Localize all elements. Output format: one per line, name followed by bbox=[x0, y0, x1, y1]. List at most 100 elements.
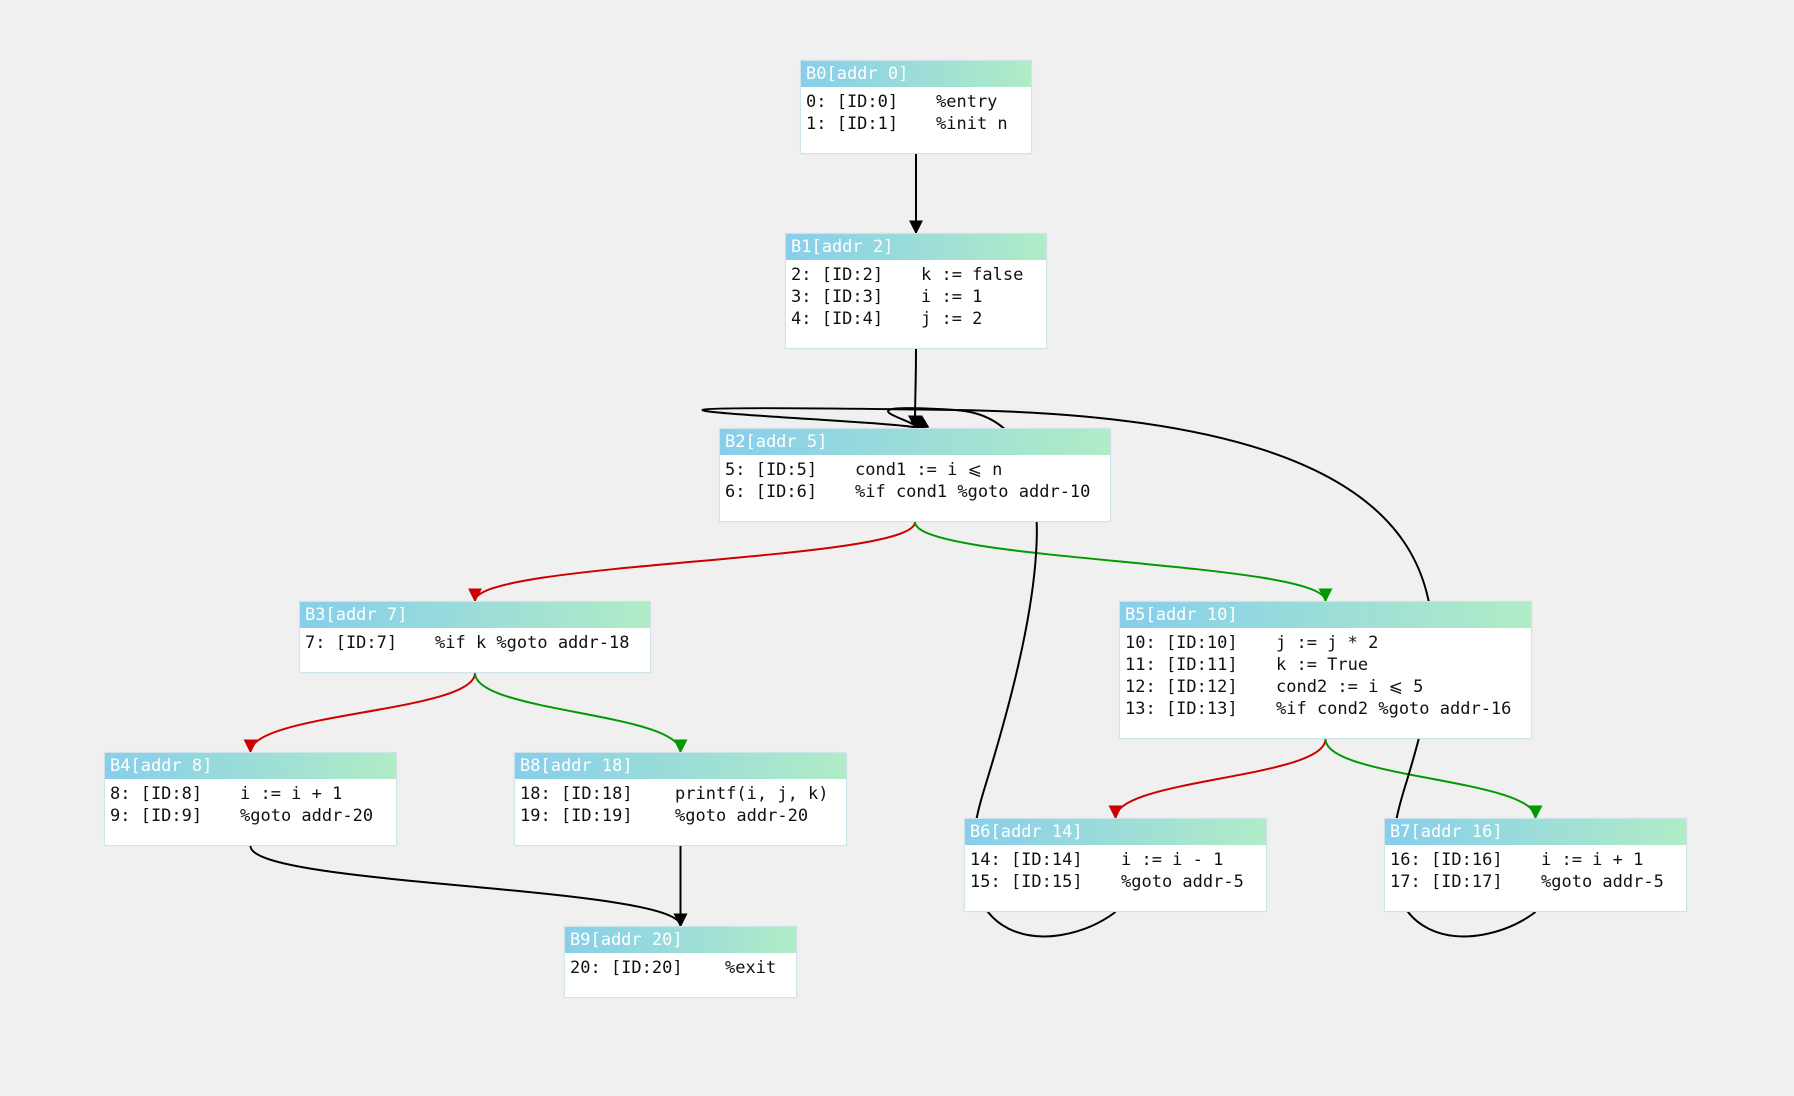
block-b8[interactable]: B8[addr 18] 18: [ID:18] printf(i, j, k) 1… bbox=[514, 752, 847, 846]
block-b3-body: 7: [ID:7] %if k %goto addr-18 bbox=[300, 628, 650, 658]
instruction-row: 6: [ID:6] %if cond1 %goto addr-10 bbox=[725, 481, 1105, 503]
instruction-code: i := i - 1 bbox=[1121, 850, 1224, 870]
instruction-row: 5: [ID:5] cond1 := i ⩽ n bbox=[725, 459, 1105, 481]
block-b5[interactable]: B5[addr 10] 10: [ID:10] j := j * 2 11: [I… bbox=[1119, 601, 1532, 739]
instruction-index: 18: [ID:18] bbox=[520, 784, 633, 804]
instruction-index: 4: [ID:4] bbox=[791, 309, 884, 329]
block-b1-title: B1[addr 2] bbox=[786, 234, 1046, 260]
instruction-index: 16: [ID:16] bbox=[1390, 850, 1503, 870]
instruction-index: 0: [ID:0] bbox=[806, 92, 899, 112]
block-b1-body: 2: [ID:2] k := false 3: [ID:3] i := 1 4: [… bbox=[786, 260, 1046, 334]
edge-b4-to-b9 bbox=[249, 845, 688, 928]
instruction-code: %exit bbox=[725, 958, 777, 978]
block-b2-body: 5: [ID:5] cond1 := i ⩽ n 6: [ID:6] %if con… bbox=[720, 455, 1110, 507]
instruction-row: 10: [ID:10] j := j * 2 bbox=[1125, 632, 1526, 654]
instruction-code: %goto addr-20 bbox=[675, 806, 809, 826]
block-b7-body: 16: [ID:16] i := i + 1 17: [ID:17] %goto a… bbox=[1385, 845, 1686, 897]
instruction-code: %entry bbox=[936, 92, 998, 112]
instruction-code: i := i + 1 bbox=[240, 784, 343, 804]
block-b8-body: 18: [ID:18] printf(i, j, k) 19: [ID:19] %g… bbox=[515, 779, 846, 831]
instruction-row: 1: [ID:1] %init n bbox=[806, 113, 1026, 135]
instruction-index: 13: [ID:13] bbox=[1125, 699, 1238, 719]
instruction-code: k := false bbox=[921, 265, 1024, 285]
instruction-index: 8: [ID:8] bbox=[110, 784, 203, 804]
instruction-index: 12: [ID:12] bbox=[1125, 677, 1238, 697]
block-b3-title: B3[addr 7] bbox=[300, 602, 650, 628]
instruction-code: k := True bbox=[1276, 655, 1369, 675]
block-b9-body: 20: [ID:20] %exit bbox=[565, 953, 796, 983]
instruction-index: 11: [ID:11] bbox=[1125, 655, 1238, 675]
block-b6[interactable]: B6[addr 14] 14: [ID:14] i := i - 1 15: [I… bbox=[964, 818, 1267, 912]
instruction-index: 3: [ID:3] bbox=[791, 287, 884, 307]
instruction-row: 13: [ID:13] %if cond2 %goto addr-16 bbox=[1125, 698, 1526, 720]
instruction-row: 17: [ID:17] %goto addr-5 bbox=[1390, 871, 1681, 893]
instruction-code: %goto addr-5 bbox=[1541, 872, 1664, 892]
instruction-row: 15: [ID:15] %goto addr-5 bbox=[970, 871, 1261, 893]
instruction-code: %if cond1 %goto addr-10 bbox=[855, 482, 1091, 502]
cfg-canvas: B0[addr 0] 0: [ID:0] %entry 1: [ID:1] %ini… bbox=[0, 0, 1794, 1096]
edge-b1-to-b2 bbox=[908, 348, 923, 430]
instruction-index: 7: [ID:7] bbox=[305, 633, 398, 653]
instruction-code: cond2 := i ⩽ 5 bbox=[1276, 677, 1424, 697]
block-b9-title: B9[addr 20] bbox=[565, 927, 796, 953]
block-b8-title: B8[addr 18] bbox=[515, 753, 846, 779]
block-b5-body: 10: [ID:10] j := j * 2 11: [ID:11] k := Tr… bbox=[1120, 628, 1531, 724]
instruction-index: 17: [ID:17] bbox=[1390, 872, 1503, 892]
block-b6-title: B6[addr 14] bbox=[965, 819, 1266, 845]
instruction-index: 2: [ID:2] bbox=[791, 265, 884, 285]
block-b9[interactable]: B9[addr 20] 20: [ID:20] %exit bbox=[564, 926, 797, 998]
instruction-row: 18: [ID:18] printf(i, j, k) bbox=[520, 783, 841, 805]
block-b0-body: 0: [ID:0] %entry 1: [ID:1] %init n bbox=[801, 87, 1031, 139]
instruction-row: 20: [ID:20] %exit bbox=[570, 957, 791, 979]
block-b1[interactable]: B1[addr 2] 2: [ID:2] k := false 3: [ID:3]… bbox=[785, 233, 1047, 349]
instruction-row: 9: [ID:9] %goto addr-20 bbox=[110, 805, 391, 827]
instruction-row: 3: [ID:3] i := 1 bbox=[791, 286, 1041, 308]
instruction-code: %if k %goto addr-18 bbox=[435, 633, 630, 653]
instruction-index: 9: [ID:9] bbox=[110, 806, 203, 826]
instruction-row: 12: [ID:12] cond2 := i ⩽ 5 bbox=[1125, 676, 1526, 698]
instruction-code: i := 1 bbox=[921, 287, 983, 307]
edge-layer bbox=[243, 153, 1543, 938]
instruction-row: 19: [ID:19] %goto addr-20 bbox=[520, 805, 841, 827]
block-b5-title: B5[addr 10] bbox=[1120, 602, 1531, 628]
instruction-code: cond1 := i ⩽ n bbox=[855, 460, 1003, 480]
block-b7-title: B7[addr 16] bbox=[1385, 819, 1686, 845]
instruction-row: 0: [ID:0] %entry bbox=[806, 91, 1026, 113]
instruction-row: 11: [ID:11] k := True bbox=[1125, 654, 1526, 676]
instruction-index: 6: [ID:6] bbox=[725, 482, 818, 502]
instruction-row: 14: [ID:14] i := i - 1 bbox=[970, 849, 1261, 871]
block-b4-title: B4[addr 8] bbox=[105, 753, 396, 779]
block-b4[interactable]: B4[addr 8] 8: [ID:8] i := i + 1 9: [ID:9]… bbox=[104, 752, 397, 846]
block-b0[interactable]: B0[addr 0] 0: [ID:0] %entry 1: [ID:1] %ini… bbox=[800, 60, 1032, 154]
block-b3[interactable]: B3[addr 7] 7: [ID:7] %if k %goto addr-18 bbox=[299, 601, 651, 673]
instruction-code: printf(i, j, k) bbox=[675, 784, 829, 804]
block-b0-title: B0[addr 0] bbox=[801, 61, 1031, 87]
instruction-code: %init n bbox=[936, 114, 1008, 134]
instruction-index: 20: [ID:20] bbox=[570, 958, 683, 978]
edge-b3-to-b8 bbox=[474, 672, 688, 754]
block-b2[interactable]: B2[addr 5] 5: [ID:5] cond1 := i ⩽ n 6: [I… bbox=[719, 428, 1111, 522]
edge-b2-to-b3 bbox=[468, 521, 916, 603]
instruction-code: %goto addr-5 bbox=[1121, 872, 1244, 892]
edge-b5-to-b6 bbox=[1108, 738, 1327, 820]
instruction-row: 16: [ID:16] i := i + 1 bbox=[1390, 849, 1681, 871]
edge-b2-to-b5 bbox=[914, 521, 1333, 603]
instruction-index: 1: [ID:1] bbox=[806, 114, 899, 134]
edge-b5-to-b7 bbox=[1324, 738, 1543, 820]
block-b2-title: B2[addr 5] bbox=[720, 429, 1110, 455]
instruction-code: i := i + 1 bbox=[1541, 850, 1644, 870]
instruction-index: 5: [ID:5] bbox=[725, 460, 818, 480]
instruction-code: %if cond2 %goto addr-16 bbox=[1276, 699, 1512, 719]
instruction-row: 4: [ID:4] j := 2 bbox=[791, 308, 1041, 330]
instruction-index: 14: [ID:14] bbox=[970, 850, 1083, 870]
instruction-index: 10: [ID:10] bbox=[1125, 633, 1238, 653]
block-b7[interactable]: B7[addr 16] 16: [ID:16] i := i + 1 17: [I… bbox=[1384, 818, 1687, 912]
instruction-row: 2: [ID:2] k := false bbox=[791, 264, 1041, 286]
block-b4-body: 8: [ID:8] i := i + 1 9: [ID:9] %goto addr-… bbox=[105, 779, 396, 831]
block-b6-body: 14: [ID:14] i := i - 1 15: [ID:15] %goto a… bbox=[965, 845, 1266, 897]
instruction-row: 7: [ID:7] %if k %goto addr-18 bbox=[305, 632, 645, 654]
instruction-code: %goto addr-20 bbox=[240, 806, 374, 826]
edge-b3-to-b4 bbox=[243, 672, 476, 754]
instruction-code: j := 2 bbox=[921, 309, 983, 329]
instruction-code: j := j * 2 bbox=[1276, 633, 1379, 653]
